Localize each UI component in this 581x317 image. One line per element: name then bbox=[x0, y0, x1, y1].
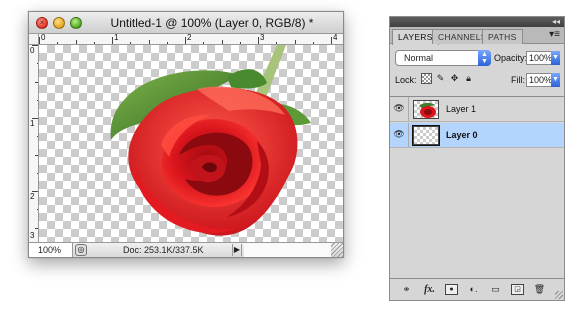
rose-thumbnail-icon bbox=[419, 102, 436, 118]
layer-thumbnail bbox=[412, 125, 440, 146]
fill-label: Fill: bbox=[511, 75, 525, 85]
opacity-arrow-icon[interactable]: ▼ bbox=[551, 51, 560, 65]
fill-arrow-icon[interactable]: ▼ bbox=[551, 73, 560, 87]
ruler-label: 3 bbox=[30, 231, 35, 240]
blend-mode-value: Normal bbox=[404, 53, 434, 63]
tab-paths[interactable]: PATHS bbox=[482, 29, 523, 44]
panel-menu-icon[interactable]: ▾≡ bbox=[549, 30, 560, 40]
vertical-ruler[interactable]: 0 1 2 3 bbox=[29, 45, 39, 242]
lock-label: Lock: bbox=[395, 75, 417, 85]
visibility-eye-icon[interactable]: 👁︎ bbox=[393, 129, 405, 139]
ruler-ticks-v bbox=[32, 45, 38, 229]
lock-image-brush-icon[interactable]: ✎ bbox=[435, 73, 446, 84]
rose-image bbox=[110, 45, 311, 236]
layer-style-fx-icon[interactable]: fx. bbox=[423, 284, 436, 295]
blend-mode-select[interactable]: Normal ▲ ▼ bbox=[395, 50, 491, 66]
document-window: × Untitled-1 @ 100% (Layer 0, RGB/8) * 0… bbox=[28, 11, 344, 258]
lock-position-move-icon[interactable]: ✥ bbox=[449, 73, 460, 84]
panel-tab-bar: LAYERS CHANNELS PATHS ▾≡ bbox=[390, 27, 564, 45]
layer-row-layer-1[interactable]: 👁︎ Layer 1 bbox=[390, 97, 564, 122]
fill-field[interactable]: 100% ▼ bbox=[526, 73, 560, 87]
document-title: Untitled-1 @ 100% (Layer 0, RGB/8) * bbox=[110, 16, 314, 30]
visibility-eye-icon[interactable]: 👁︎ bbox=[393, 103, 405, 113]
ruler-label: 1 bbox=[30, 119, 35, 128]
select-arrows-icon: ▲ ▼ bbox=[478, 50, 491, 66]
ruler-label: 0 bbox=[41, 34, 46, 42]
new-group-icon[interactable]: ▭ bbox=[489, 284, 502, 295]
panel-resize-grip-icon[interactable] bbox=[555, 291, 563, 299]
title-bar[interactable]: × Untitled-1 @ 100% (Layer 0, RGB/8) * bbox=[29, 12, 343, 34]
layer-name[interactable]: Layer 1 bbox=[446, 104, 476, 114]
ruler-label: 0 bbox=[30, 46, 35, 55]
status-bar: 100% ◎ Doc: 253.1K/337.5K ▶ bbox=[29, 242, 343, 257]
delete-layer-icon[interactable]: 🗑︎ bbox=[533, 284, 546, 295]
ruler-label: 2 bbox=[30, 192, 35, 201]
layers-panel: ◂◂ LAYERS CHANNELS PATHS ▾≡ Normal ▲ ▼ Op… bbox=[389, 16, 565, 301]
ruler-label: 4 bbox=[333, 34, 338, 42]
layer-thumbnail bbox=[413, 100, 439, 119]
lock-all-padlock-icon[interactable]: 🔒︎ bbox=[463, 73, 474, 84]
document-size: Doc: 253.1K/337.5K bbox=[123, 245, 204, 255]
horizontal-ruler[interactable]: 0 1 2 3 4 bbox=[39, 34, 343, 45]
ruler-label: 2 bbox=[187, 34, 192, 42]
horizontal-scrollbar[interactable] bbox=[244, 243, 331, 257]
ruler-label: 3 bbox=[260, 34, 265, 42]
zoom-level-field[interactable]: 100% bbox=[29, 243, 73, 257]
opacity-field[interactable]: 100% ▼ bbox=[526, 51, 560, 65]
fill-value: 100% bbox=[529, 75, 553, 85]
panel-footer: ⚭ fx. ● ◐. ▭ ◲ 🗑︎ bbox=[390, 278, 564, 300]
collapse-icon[interactable]: ◂◂ bbox=[552, 17, 560, 27]
adjustment-layer-icon[interactable]: ◐. bbox=[467, 284, 480, 295]
lock-transparency-icon[interactable] bbox=[421, 73, 432, 84]
divider bbox=[408, 123, 409, 147]
ruler-origin[interactable] bbox=[29, 34, 39, 45]
opacity-value: 100% bbox=[529, 53, 553, 63]
resize-grip-icon[interactable] bbox=[331, 243, 343, 257]
add-mask-icon[interactable]: ● bbox=[445, 284, 458, 295]
opacity-label: Opacity: bbox=[494, 53, 528, 63]
new-layer-icon[interactable]: ◲ bbox=[511, 284, 524, 295]
layer-row-layer-0[interactable]: 👁︎ Layer 0 bbox=[390, 123, 564, 148]
divider bbox=[408, 97, 409, 121]
zoom-icon[interactable] bbox=[70, 17, 82, 29]
close-icon[interactable]: × bbox=[36, 17, 48, 29]
status-menu-arrow-icon[interactable]: ▶ bbox=[232, 244, 242, 256]
ruler-label: 1 bbox=[114, 34, 119, 42]
status-info-icon[interactable]: ◎ bbox=[75, 244, 87, 256]
layers-list: 👁︎ Layer 1 👁︎ Layer 0 bbox=[390, 96, 564, 278]
layer-name[interactable]: Layer 0 bbox=[446, 130, 478, 140]
image-canvas[interactable] bbox=[39, 45, 343, 242]
minimize-icon[interactable] bbox=[53, 17, 65, 29]
link-layers-icon[interactable]: ⚭ bbox=[400, 284, 413, 295]
panel-header[interactable]: ◂◂ bbox=[390, 17, 564, 27]
